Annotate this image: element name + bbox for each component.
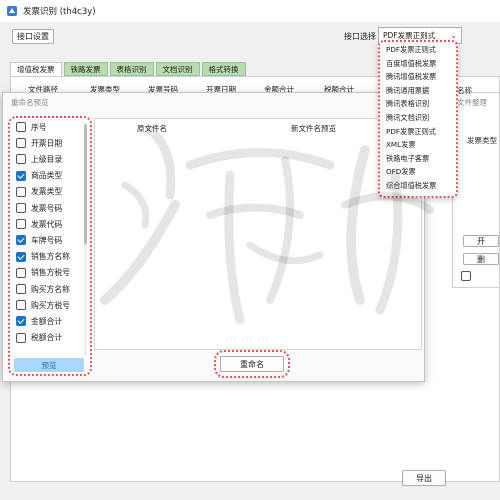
field-label: 发票类型 [31, 187, 63, 197]
field-checkbox[interactable] [16, 170, 26, 181]
field-option[interactable]: 购买方名称 [16, 282, 70, 296]
api-option[interactable]: 腾讯表格识别 [386, 98, 429, 110]
api-option[interactable]: 综合增值税发票 [386, 180, 436, 192]
chevron-down-icon: ⌄ [450, 31, 457, 40]
app-logo-icon [7, 6, 17, 16]
col-new-filename-preview[interactable]: 新文件名预览 [291, 123, 336, 134]
field-checkbox[interactable] [16, 138, 26, 149]
api-option[interactable]: 铁路电子客票 [386, 153, 429, 165]
rename-preview-grid: 原文件名 新文件名预览 [94, 118, 422, 350]
field-option[interactable]: 发票类型 [16, 185, 62, 199]
window-title: 发票识别 (th4c3y) [23, 7, 96, 17]
field-label: 销售方税号 [31, 268, 70, 278]
field-label: 商品类型 [31, 171, 63, 181]
field-option[interactable]: 发票号码 [16, 201, 62, 215]
field-checkbox[interactable] [16, 300, 26, 311]
title-bar: 发票识别 (th4c3y) [0, 0, 500, 22]
preview-button[interactable]: 预览 [14, 358, 84, 372]
api-select-label: 接口选择 [344, 32, 376, 41]
field-checkbox[interactable] [16, 122, 26, 132]
tab-vat-invoice[interactable]: 增值税发票 [10, 62, 62, 76]
col-name-header: 名称 [457, 86, 472, 95]
invoice-type-label: 发票类型 [467, 136, 497, 145]
field-label: 上级目录 [31, 154, 63, 164]
tab-bar: 增值税发票 铁路发票 表格识别 文档识别 格式转换 [10, 62, 246, 76]
field-checkbox[interactable] [16, 154, 26, 165]
api-option[interactable]: 腾讯通用票据 [386, 85, 429, 97]
rename-button-highlight [214, 350, 290, 378]
field-checkbox[interactable] [16, 284, 26, 294]
field-checkbox[interactable] [16, 267, 26, 278]
api-option[interactable]: 腾讯增值税发票 [386, 71, 436, 83]
field-checkbox[interactable] [16, 316, 26, 327]
field-checkbox[interactable] [16, 332, 26, 343]
api-option[interactable]: OFD发票 [386, 166, 416, 178]
api-option[interactable]: XML发票 [386, 139, 416, 151]
tab-railway-invoice[interactable]: 铁路发票 [63, 62, 108, 76]
field-checkbox[interactable] [16, 235, 26, 246]
field-option[interactable]: 税额合计 [16, 331, 62, 345]
dialog-title: 重命名预览 [11, 98, 49, 107]
field-checkbox[interactable] [16, 186, 26, 197]
field-option[interactable]: 车牌号码 [16, 233, 62, 247]
field-option[interactable]: 商品类型 [16, 169, 62, 183]
field-option[interactable]: 购买方税号 [16, 298, 70, 312]
field-option[interactable]: 上级目录 [16, 152, 62, 166]
field-label: 购买方名称 [31, 284, 70, 294]
field-label: 发票代码 [31, 219, 63, 229]
col-original-filename[interactable]: 原文件名 [137, 123, 167, 134]
field-label: 开票日期 [31, 138, 63, 148]
export-button[interactable]: 导出 [402, 470, 446, 486]
tab-format-conversion[interactable]: 格式转换 [201, 62, 246, 76]
field-label: 发票号码 [31, 203, 63, 213]
field-option[interactable]: 销售方税号 [16, 266, 70, 280]
field-label: 金额合计 [31, 316, 63, 326]
field-label: 税额合计 [31, 333, 63, 343]
file-organize-panel: 名称 文件整理 发票类型 开 删 [452, 86, 500, 288]
field-label: 购买方税号 [31, 300, 70, 310]
field-option[interactable]: 销售方名称 [16, 250, 70, 264]
field-label: 车牌号码 [31, 235, 63, 245]
field-option[interactable]: 金额合计 [16, 314, 62, 328]
api-option[interactable]: PDF发票正则式 [386, 44, 436, 56]
field-checkbox[interactable] [16, 219, 26, 230]
api-option[interactable]: PDF发票正则式 [386, 126, 436, 138]
field-option[interactable]: 序号 [16, 120, 47, 134]
scrollbar-thumb[interactable] [84, 124, 87, 244]
field-label: 序号 [31, 122, 47, 132]
open-button[interactable]: 开 [463, 235, 499, 247]
api-option[interactable]: 百度增值税发票 [386, 58, 436, 70]
tab-table-recognition[interactable]: 表格识别 [109, 62, 154, 76]
file-organize-title: 文件整理 [457, 98, 487, 107]
field-label: 销售方名称 [31, 252, 70, 262]
api-option[interactable]: 腾讯文档识别 [386, 112, 429, 124]
api-settings-button[interactable]: 接口设置 [12, 29, 54, 44]
field-option[interactable]: 发票代码 [16, 217, 62, 231]
tab-document-recognition[interactable]: 文档识别 [155, 62, 200, 76]
delete-button[interactable]: 删 [463, 253, 499, 265]
option-checkbox[interactable] [461, 271, 471, 281]
field-checkbox[interactable] [16, 251, 26, 262]
field-option[interactable]: 开票日期 [16, 136, 62, 150]
field-checkbox[interactable] [16, 203, 26, 213]
